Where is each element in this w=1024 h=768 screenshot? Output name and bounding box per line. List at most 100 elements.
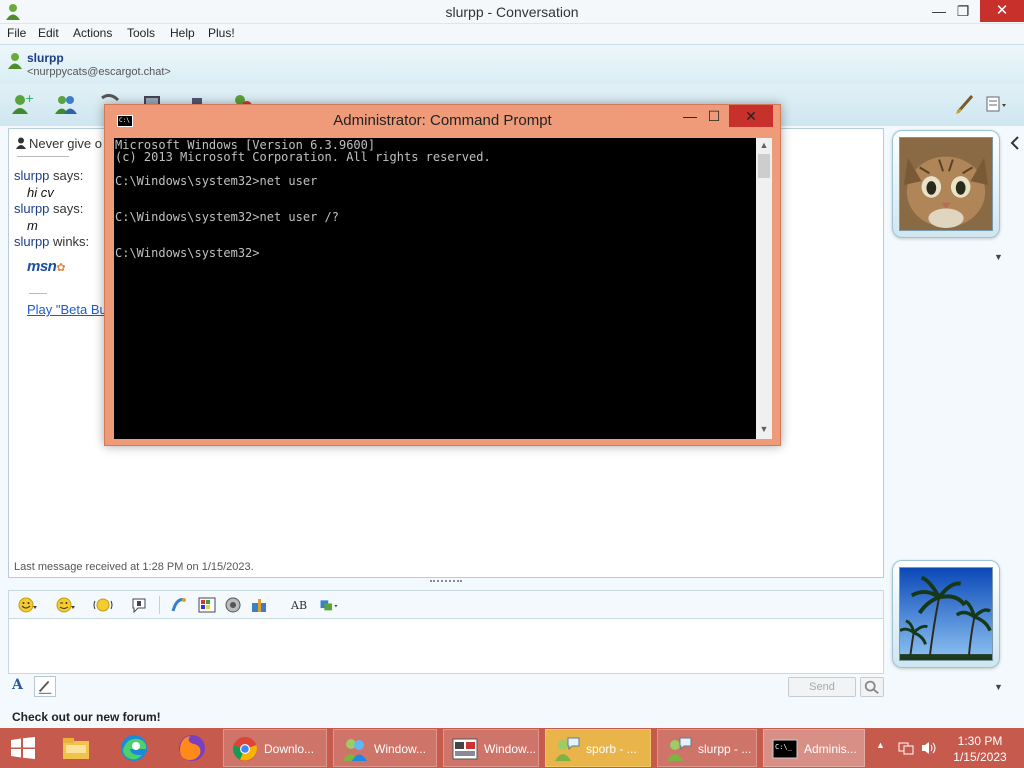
command-prompt-window[interactable]: C:\ Administrator: Command Prompt — ☐ ✕ …	[104, 104, 781, 446]
contact-status-icon	[8, 53, 22, 69]
last-message-status: Last message received at 1:28 PM on 1/15…	[14, 561, 254, 573]
sender-verb: says:	[53, 201, 84, 216]
message-header: slurpp winks:	[14, 234, 89, 249]
gift-icon[interactable]	[249, 595, 269, 615]
message-text: m	[27, 218, 38, 233]
contact-display-picture[interactable]	[892, 130, 1000, 238]
window-title: slurpp - Conversation	[445, 4, 579, 20]
butterfly-icon: ✿	[56, 262, 66, 274]
cmd-console[interactable]: Microsoft Windows [Version 6.3.9600] (c)…	[114, 138, 756, 439]
forum-ad-text[interactable]: Check out our new forum!	[12, 710, 161, 724]
maximize-button[interactable]: ❐	[948, 0, 978, 22]
menu-bar: File Edit Actions Tools Help Plus!	[0, 24, 1024, 44]
menu-tools[interactable]: Tools	[127, 26, 155, 40]
menu-file[interactable]: File	[7, 26, 26, 40]
background-grid-icon[interactable]	[197, 595, 217, 615]
svg-text:AB: AB	[290, 599, 307, 612]
sender-name: slurpp	[14, 201, 50, 216]
msn-logo: msn✿	[27, 258, 66, 275]
nudge-icon[interactable]	[93, 595, 113, 615]
sender-name: slurpp	[14, 234, 50, 249]
firefox-icon[interactable]	[176, 732, 208, 764]
sender-name: slurpp	[14, 168, 50, 183]
clock-date: 1/15/2023	[953, 750, 1007, 764]
voice-clip-icon[interactable]	[129, 595, 149, 615]
contacts-group-icon[interactable]	[54, 92, 78, 116]
send-button[interactable]: Send	[788, 677, 856, 697]
scroll-down-icon[interactable]: ▼	[756, 424, 772, 434]
menu-edit[interactable]: Edit	[38, 26, 59, 40]
cmd-minimize-button[interactable]: —	[679, 105, 701, 127]
cat-picture	[899, 137, 993, 231]
cmd-scrollbar[interactable]: ▲ ▼	[756, 138, 772, 439]
pane-splitter[interactable]	[430, 580, 462, 586]
taskbar-button-command-prompt[interactable]: C:\_ Adminis...	[763, 729, 865, 767]
handwrite-mode-icon[interactable]	[34, 676, 56, 697]
display-menu-icon[interactable]	[984, 92, 1008, 116]
taskbar-label: slurpp - ...	[698, 742, 752, 756]
brush-icon[interactable]	[954, 92, 978, 116]
title-bar: slurpp - Conversation — ❐ ✕	[0, 0, 1024, 24]
games-menu-icon[interactable]	[319, 595, 339, 615]
scroll-up-icon[interactable]: ▲	[756, 140, 772, 150]
close-button[interactable]: ✕	[980, 0, 1024, 22]
windows-start-icon[interactable]	[10, 737, 36, 759]
handwriting-icon[interactable]	[169, 595, 189, 615]
buddy-icon	[16, 137, 26, 149]
svg-text:C:\_: C:\_	[775, 743, 793, 751]
sound-icon[interactable]	[223, 595, 243, 615]
taskbar-label: sporb - ...	[586, 742, 637, 756]
msn-buddy-icon	[667, 737, 692, 761]
volume-icon[interactable]	[920, 740, 938, 756]
wink-play-link[interactable]: Play "Beta Bu	[27, 302, 107, 317]
wink-icon[interactable]	[55, 595, 75, 615]
cmd-close-button[interactable]: ✕	[729, 105, 773, 127]
chrome-icon	[233, 737, 257, 761]
taskbar: Downlo... Window... Window... sporb - ..…	[0, 728, 1024, 768]
msn-buddy-icon	[555, 737, 580, 761]
menu-actions[interactable]: Actions	[73, 26, 112, 40]
side-panel-toggle[interactable]	[1010, 132, 1024, 156]
toolbar-divider	[159, 596, 160, 614]
taskbar-label: Downlo...	[264, 742, 315, 756]
message-header: slurpp says:	[14, 201, 83, 216]
font-icon[interactable]: AB	[289, 595, 309, 615]
invite-contact-icon[interactable]: +	[10, 92, 34, 116]
notice-divider	[17, 156, 69, 157]
text-format-icon[interactable]: A	[12, 677, 23, 693]
chevron-down-icon[interactable]: ▼	[994, 682, 1003, 692]
chevron-left-icon	[1010, 136, 1019, 150]
taskbar-button-slurpp[interactable]: slurpp - ...	[657, 729, 757, 767]
cmd-maximize-button[interactable]: ☐	[703, 105, 725, 127]
sender-verb: winks:	[53, 234, 90, 249]
scroll-thumb[interactable]	[758, 154, 770, 178]
taskbar-label: Window...	[374, 742, 427, 756]
system-clock[interactable]: 1:30 PM 1/15/2023	[944, 733, 1016, 765]
message-input[interactable]	[8, 618, 884, 674]
notice-text: Never give o	[29, 136, 102, 151]
tray-expand-icon[interactable]: ▲	[876, 740, 885, 750]
chevron-down-icon[interactable]: ▼	[994, 252, 1003, 262]
contact-header: slurpp <nurppycats@escargot.chat>	[0, 44, 1024, 84]
svg-text:+: +	[25, 92, 34, 105]
my-display-picture[interactable]	[892, 560, 1000, 668]
search-icon[interactable]	[860, 677, 884, 697]
taskbar-button-windows-preview[interactable]: Window...	[443, 729, 539, 767]
palm-trees-picture	[899, 567, 993, 661]
format-bar: A	[8, 676, 884, 698]
clock-time: 1:30 PM	[957, 734, 1003, 748]
taskbar-button-windows-live[interactable]: Window...	[333, 729, 437, 767]
message-text: hi cv	[27, 185, 54, 200]
file-explorer-icon[interactable]	[60, 732, 92, 764]
input-toolbar: AB	[8, 590, 884, 618]
emoticon-icon[interactable]	[17, 595, 37, 615]
menu-plus[interactable]: Plus!	[208, 26, 235, 40]
contact-name[interactable]: slurpp	[27, 51, 64, 65]
network-icon[interactable]	[898, 740, 914, 756]
menu-help[interactable]: Help	[170, 26, 195, 40]
taskbar-label: Adminis...	[804, 742, 857, 756]
sender-verb: says:	[53, 168, 84, 183]
edge-icon[interactable]	[118, 732, 150, 764]
taskbar-button-sporb[interactable]: sporb - ...	[545, 729, 651, 767]
taskbar-button-downloads[interactable]: Downlo...	[223, 729, 327, 767]
